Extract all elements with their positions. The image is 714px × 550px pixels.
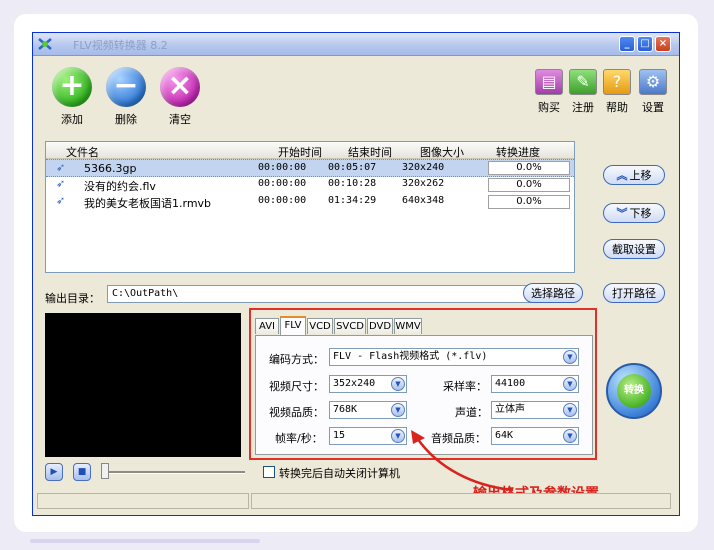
- progress-cell: 0.0%: [488, 195, 570, 209]
- start-time: 00:00:00: [258, 162, 307, 173]
- help-button[interactable]: ? 帮助: [601, 69, 633, 115]
- output-dir-label: 输出目录：: [45, 292, 100, 305]
- move-down-label: 下移: [629, 207, 652, 220]
- move-down-button[interactable]: ︾ 下移: [603, 203, 665, 223]
- seek-slider-thumb[interactable]: [101, 463, 109, 479]
- play-button[interactable]: ▶: [45, 463, 63, 481]
- table-row[interactable]: ➶ 我的美女老板国语1.rmvb 00:00:00 01:34:29 640x3…: [46, 193, 574, 210]
- maximize-button[interactable]: □: [637, 36, 653, 52]
- file-name: 没有的约会.flv: [84, 180, 156, 193]
- minus-icon: −: [106, 67, 146, 107]
- title-bar[interactable]: FLV视频转换器 8.2 _ □ ×: [33, 33, 679, 56]
- plus-icon: +: [52, 67, 92, 107]
- column-header[interactable]: 图像大小: [420, 144, 464, 160]
- column-header[interactable]: 结束时间: [348, 144, 392, 160]
- stop-button[interactable]: ■: [73, 463, 91, 481]
- table-row[interactable]: ➶ 5366.3gp 00:00:00 00:05:07 320x240 0.0…: [46, 159, 574, 177]
- video-file-icon: ➶: [56, 194, 66, 207]
- progress-cell: 0.0%: [488, 161, 570, 175]
- buy-button[interactable]: ▤ 购买: [533, 69, 565, 115]
- open-path-button[interactable]: 打开路径: [603, 283, 665, 303]
- start-time: 00:00:00: [258, 178, 307, 189]
- stop-icon: ■: [77, 467, 87, 477]
- delete-label: 删除: [115, 113, 137, 126]
- progress-cell: 0.0%: [488, 178, 570, 192]
- clear-label: 清空: [169, 113, 191, 126]
- table-row[interactable]: ➶ 没有的约会.flv 00:00:00 00:10:28 320x262 0.…: [46, 176, 574, 193]
- video-file-icon: ➶: [56, 161, 66, 174]
- move-up-button[interactable]: ︽ 上移: [603, 165, 665, 185]
- column-header[interactable]: 文件名: [66, 144, 99, 160]
- convert-button[interactable]: 转换: [606, 363, 662, 419]
- move-up-label: 上移: [629, 169, 652, 182]
- file-list[interactable]: 文件名 开始时间 结束时间 图像大小 转换进度 ➶ 5366.3gp 00:00…: [45, 141, 575, 273]
- clear-button[interactable]: × 清空: [157, 67, 203, 127]
- app-icon: [38, 38, 52, 50]
- end-time: 01:34:29: [328, 195, 377, 206]
- convert-label: 转换: [617, 374, 651, 408]
- column-header[interactable]: 开始时间: [278, 144, 322, 160]
- double-chevron-up-icon: ︽: [616, 169, 628, 182]
- status-pane: [37, 493, 249, 509]
- video-preview: [45, 313, 241, 457]
- column-header[interactable]: 转换进度: [496, 144, 540, 160]
- delete-button[interactable]: − 删除: [103, 67, 149, 127]
- status-bar: [37, 493, 673, 511]
- double-chevron-down-icon: ︾: [616, 207, 628, 220]
- play-icon: ▶: [50, 467, 58, 477]
- status-pane: [251, 493, 671, 509]
- video-file-icon: ➶: [56, 177, 66, 190]
- add-button[interactable]: + 添加: [49, 67, 95, 127]
- register-label: 注册: [572, 101, 594, 114]
- decorative-underline: [30, 539, 260, 543]
- cart-icon: ▤: [535, 69, 563, 95]
- file-list-header: 文件名 开始时间 结束时间 图像大小 转换进度: [46, 142, 574, 159]
- close-button[interactable]: ×: [655, 36, 671, 52]
- x-icon: ×: [160, 67, 200, 107]
- clip-settings-button[interactable]: 截取设置: [603, 239, 665, 259]
- window-title: FLV视频转换器 8.2: [73, 39, 168, 52]
- image-size: 640x348: [402, 195, 445, 206]
- shutdown-checkbox[interactable]: [263, 466, 275, 478]
- add-label: 添加: [61, 113, 83, 126]
- start-time: 00:00:00: [258, 195, 307, 206]
- choose-path-button[interactable]: 选择路径: [523, 283, 583, 303]
- file-name: 我的美女老板国语1.rmvb: [84, 197, 212, 210]
- key-icon: ✎: [569, 69, 597, 95]
- output-path-field[interactable]: C:\OutPath\: [107, 285, 545, 303]
- settings-button[interactable]: ⚙ 设置: [637, 69, 669, 115]
- minimize-button[interactable]: _: [619, 36, 635, 52]
- seek-track[interactable]: [105, 471, 245, 474]
- end-time: 00:10:28: [328, 178, 377, 189]
- file-name: 5366.3gp: [84, 162, 137, 175]
- image-size: 320x240: [402, 162, 445, 173]
- image-size: 320x262: [402, 178, 445, 189]
- tools-icon: ⚙: [639, 69, 667, 95]
- question-icon: ?: [603, 69, 631, 95]
- register-button[interactable]: ✎ 注册: [567, 69, 599, 115]
- help-label: 帮助: [606, 101, 628, 114]
- app-window: FLV视频转换器 8.2 _ □ × + 添加 − 删除 × 清空 ▤ 购买 ✎…: [32, 32, 680, 516]
- shutdown-checkbox-label: 转换完后自动关闭计算机: [279, 467, 400, 480]
- buy-label: 购买: [538, 101, 560, 114]
- settings-label: 设置: [642, 101, 664, 114]
- end-time: 00:05:07: [328, 162, 377, 173]
